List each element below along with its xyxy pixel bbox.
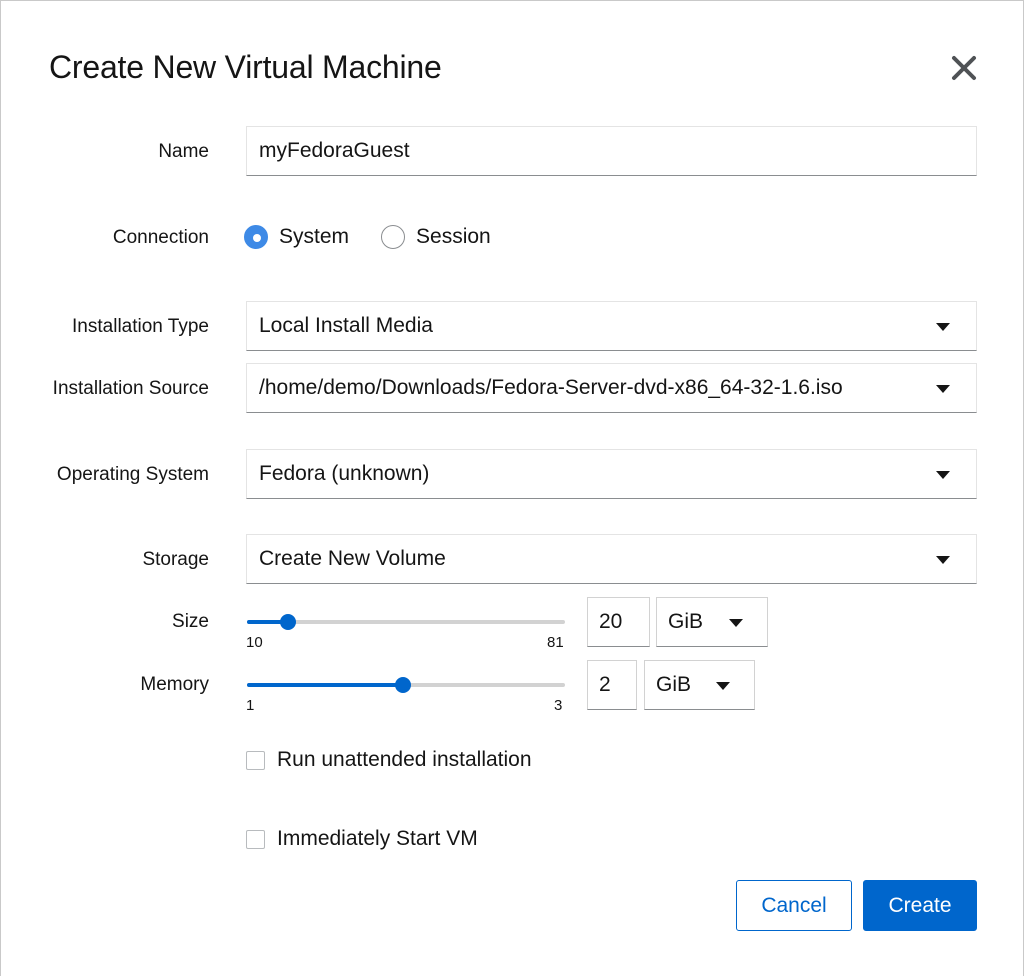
installation-source-value: /home/demo/Downloads/Fedora-Server-dvd-x… [259, 376, 843, 399]
size-label: Size [172, 611, 209, 632]
memory-unit-select[interactable]: GiB [644, 660, 755, 710]
installation-type-value: Local Install Media [259, 314, 433, 337]
dialog-title: Create New Virtual Machine [49, 49, 442, 85]
operating-system-label: Operating System [56, 464, 209, 485]
memory-max-label: 3 [554, 697, 563, 714]
name-label: Name [158, 141, 209, 162]
start-vm-checkbox[interactable] [246, 829, 265, 849]
unattended-install-row: Run unattended installation [246, 746, 532, 774]
memory-slider-fill [247, 683, 403, 687]
storage-value: Create New Volume [259, 547, 446, 570]
size-slider[interactable] [247, 610, 565, 634]
memory-min-label: 1 [246, 697, 255, 714]
caret-down-icon [936, 323, 950, 331]
installation-source-select[interactable]: /home/demo/Downloads/Fedora-Server-dvd-x… [246, 363, 977, 413]
close-icon[interactable] [947, 51, 981, 85]
memory-unit-value: GiB [656, 673, 692, 696]
storage-select[interactable]: Create New Volume [246, 534, 977, 584]
name-input[interactable]: myFedoraGuest [246, 126, 977, 176]
name-input-value: myFedoraGuest [259, 139, 410, 162]
memory-input-value: 2 [599, 673, 611, 696]
installation-source-label: Installation Source [52, 378, 209, 399]
caret-down-icon [936, 385, 950, 393]
connection-radio-group: System Session [244, 223, 523, 251]
connection-label: Connection [112, 227, 209, 248]
size-input-value: 20 [599, 610, 623, 633]
caret-down-icon [936, 556, 950, 564]
unattended-install-label: Run unattended installation [277, 748, 532, 771]
size-unit-value: GiB [668, 610, 704, 633]
create-vm-dialog: Create New Virtual Machine Name myFedora… [0, 0, 1024, 976]
unattended-install-checkbox[interactable] [246, 750, 265, 770]
create-button[interactable]: Create [863, 880, 977, 931]
operating-system-select[interactable]: Fedora (unknown) [246, 449, 977, 499]
storage-label: Storage [142, 549, 209, 570]
installation-type-select[interactable]: Local Install Media [246, 301, 977, 351]
size-slider-thumb[interactable] [280, 614, 296, 630]
memory-label: Memory [140, 674, 209, 695]
memory-slider-thumb[interactable] [395, 677, 411, 693]
cancel-button[interactable]: Cancel [736, 880, 852, 931]
radio-system-label: System [279, 225, 350, 248]
size-unit-select[interactable]: GiB [656, 597, 768, 647]
caret-down-icon [729, 619, 743, 627]
memory-slider[interactable] [247, 673, 565, 697]
caret-down-icon [716, 682, 730, 690]
radio-system[interactable] [244, 225, 268, 249]
memory-input[interactable]: 2 [587, 660, 637, 710]
installation-type-label: Installation Type [72, 316, 209, 337]
start-vm-label: Immediately Start VM [277, 827, 478, 850]
caret-down-icon [936, 471, 950, 479]
radio-session-label: Session [416, 225, 491, 248]
operating-system-value: Fedora (unknown) [259, 462, 430, 485]
size-min-label: 10 [246, 634, 263, 651]
start-vm-row: Immediately Start VM [246, 825, 478, 853]
size-max-label: 81 [547, 634, 564, 651]
size-input[interactable]: 20 [587, 597, 650, 647]
radio-session[interactable] [381, 225, 406, 249]
